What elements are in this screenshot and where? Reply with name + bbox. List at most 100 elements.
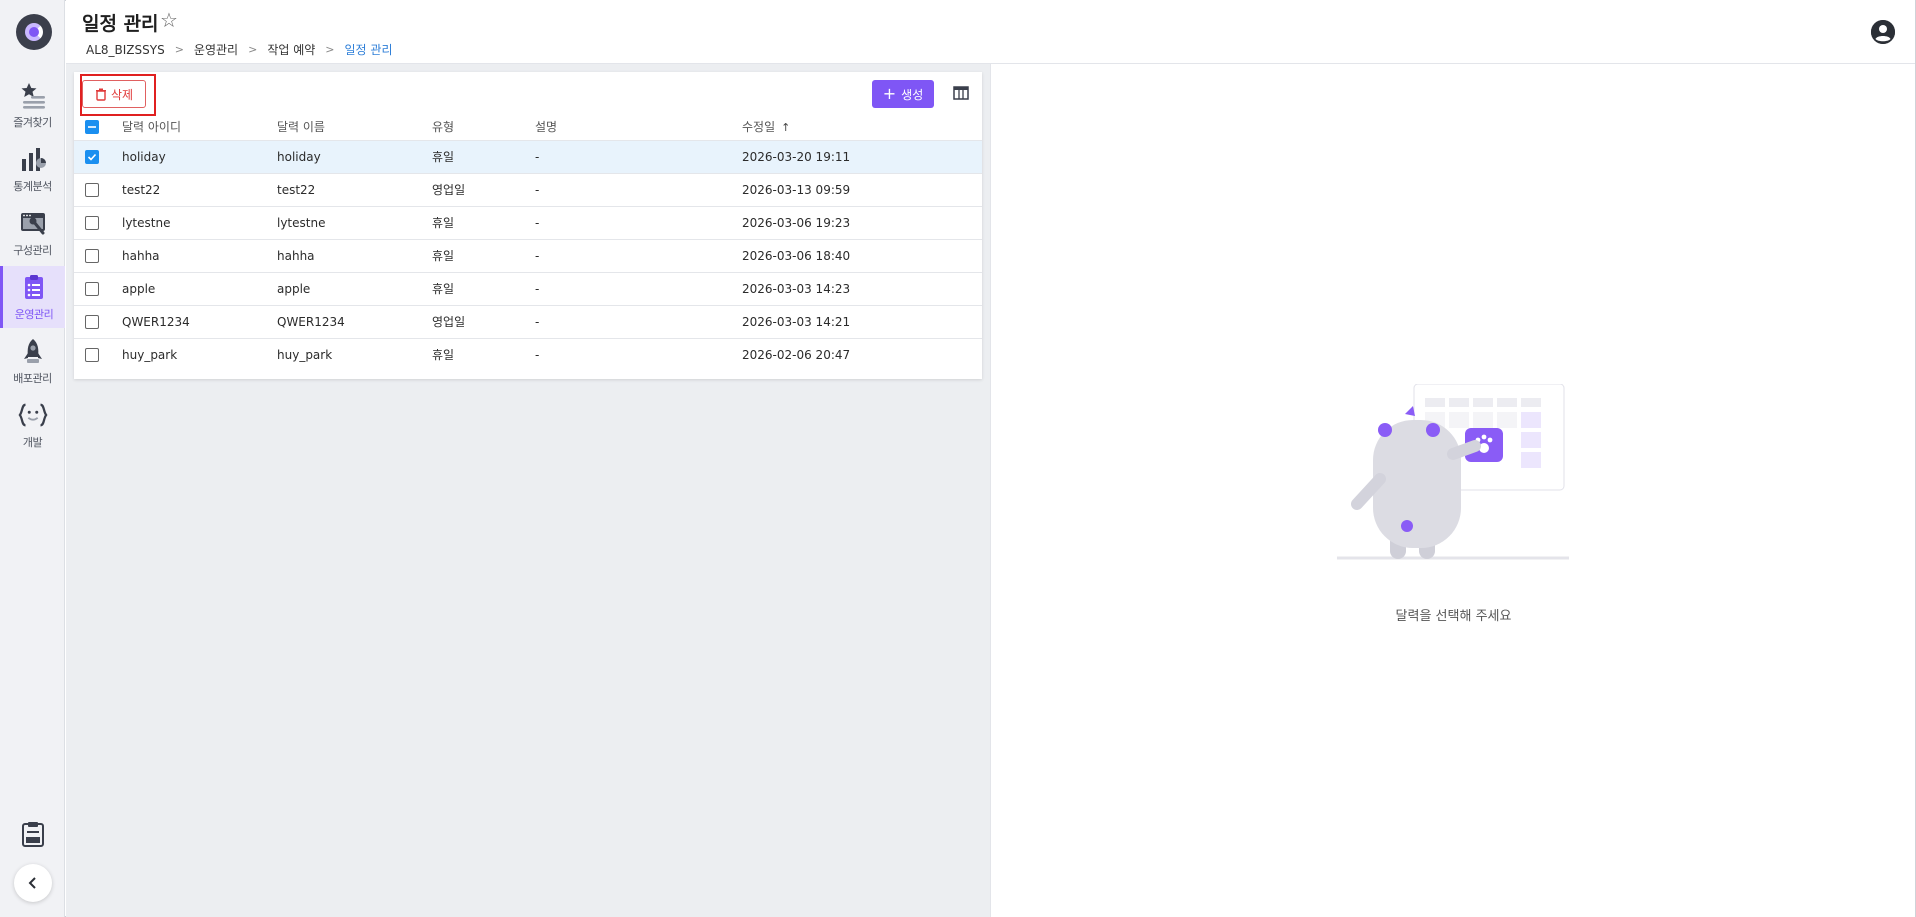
row-checkbox[interactable] bbox=[85, 149, 99, 164]
column-header-id[interactable]: 달력 아이디 bbox=[122, 114, 277, 140]
row-checkbox-cell bbox=[74, 271, 122, 305]
cell-calendar-id: huy_park bbox=[122, 337, 277, 371]
row-checkbox[interactable] bbox=[85, 248, 99, 263]
cell-modified: 2026-03-03 14:23 bbox=[742, 271, 982, 305]
chevron-right-icon: > bbox=[248, 43, 258, 56]
rocket-icon bbox=[18, 336, 48, 366]
cell-calendar-name: lytestne bbox=[277, 205, 432, 239]
delete-button[interactable]: 삭제 bbox=[82, 80, 146, 108]
table-columns-icon[interactable] bbox=[952, 84, 970, 102]
table-row[interactable]: QWER1234 QWER1234 영업일 -2026-03-03 14:21 bbox=[74, 304, 982, 338]
row-checkbox[interactable] bbox=[85, 281, 99, 296]
breadcrumb-item[interactable]: AL8_BIZSSYS bbox=[86, 43, 165, 57]
table-header-row: 달력 아이디 달력 이름 유형 설명 수정일 ↑ bbox=[74, 114, 982, 140]
sidebar-item-deployment[interactable]: 배포관리 bbox=[0, 330, 65, 392]
cell-type: 영업일 bbox=[432, 172, 535, 206]
table-row[interactable]: huy_park huy_park 휴일 -2026-02-06 20:47 bbox=[74, 337, 982, 371]
page-header: 일정 관리 ☆ AL8_BIZSSYS > 운영관리 > 작업 예약 > 일정 … bbox=[66, 0, 1915, 64]
column-header-modified[interactable]: 수정일 ↑ bbox=[742, 114, 982, 140]
cell-type: 휴일 bbox=[432, 205, 535, 239]
star-list-icon bbox=[18, 80, 48, 110]
cell-calendar-name: QWER1234 bbox=[277, 304, 432, 338]
chevron-left-icon bbox=[28, 877, 36, 889]
cell-modified: 2026-03-13 09:59 bbox=[742, 172, 982, 206]
row-checkbox[interactable] bbox=[85, 314, 99, 329]
row-checkbox-cell bbox=[74, 238, 122, 272]
cell-modified: 2026-03-20 19:11 bbox=[742, 139, 982, 173]
user-account-icon[interactable] bbox=[1871, 20, 1895, 44]
sidebar-item-configuration[interactable]: 구성관리 bbox=[0, 202, 65, 264]
select-all-checkbox[interactable] bbox=[85, 120, 99, 134]
sidebar-item-statistics[interactable]: 통계분석 bbox=[0, 138, 65, 200]
cell-type: 휴일 bbox=[432, 337, 535, 371]
collapse-sidebar-button[interactable] bbox=[14, 864, 52, 902]
cell-calendar-name: huy_park bbox=[277, 337, 432, 371]
row-checkbox-cell bbox=[74, 337, 122, 371]
cell-type: 휴일 bbox=[432, 238, 535, 272]
sidebar-item-label: 즐겨찾기 bbox=[13, 116, 52, 129]
row-checkbox[interactable] bbox=[85, 348, 99, 362]
table-row[interactable]: hahha hahha 휴일 -2026-03-06 18:40 bbox=[74, 238, 982, 272]
column-header-type[interactable]: 유형 bbox=[432, 114, 535, 140]
calendar-list-panel: 삭제 + 생성 달력 아이디 달력 이름 유형 설명 수정일 ↑ holiday… bbox=[66, 64, 990, 917]
sidebar-item-label: 통계분석 bbox=[13, 180, 52, 193]
calendar-detail-panel: 달력을 선택해 주세요 bbox=[990, 64, 1915, 917]
column-header-description[interactable]: 설명 bbox=[535, 114, 742, 140]
select-all-cell bbox=[74, 114, 122, 140]
row-checkbox[interactable] bbox=[85, 215, 99, 230]
sidebar-item-label: 개발 bbox=[22, 436, 43, 449]
sidebar-item-favorites[interactable]: 즐겨찾기 bbox=[0, 74, 65, 136]
row-checkbox-cell bbox=[74, 304, 122, 338]
row-checkbox-cell bbox=[74, 139, 122, 173]
row-checkbox[interactable] bbox=[85, 182, 99, 197]
log-icon[interactable] bbox=[20, 820, 46, 848]
cell-type: 휴일 bbox=[432, 271, 535, 305]
chevron-right-icon: > bbox=[325, 43, 335, 56]
settings-wrench-icon bbox=[18, 208, 48, 238]
row-checkbox-cell bbox=[74, 205, 122, 239]
cell-calendar-id: test22 bbox=[122, 172, 277, 206]
cell-modified: 2026-02-06 20:47 bbox=[742, 337, 982, 371]
page-title: 일정 관리 bbox=[82, 13, 159, 35]
cell-type: 휴일 bbox=[432, 139, 535, 173]
cell-calendar-name: test22 bbox=[277, 172, 432, 206]
chevron-right-icon: > bbox=[174, 43, 184, 56]
empty-state-illustration bbox=[1337, 384, 1569, 560]
table-row[interactable]: lytestne lytestne 휴일 -2026-03-06 19:23 bbox=[74, 205, 982, 239]
breadcrumb-item[interactable]: 작업 예약 bbox=[267, 41, 315, 58]
logo-mark bbox=[25, 23, 43, 41]
cell-description: - bbox=[535, 271, 742, 305]
create-button[interactable]: + 생성 bbox=[872, 80, 934, 108]
empty-state-message: 달력을 선택해 주세요 bbox=[1395, 609, 1512, 624]
breadcrumb: AL8_BIZSSYS > 운영관리 > 작업 예약 > 일정 관리 bbox=[86, 41, 393, 58]
delete-button-label: 삭제 bbox=[110, 87, 134, 102]
table-row[interactable]: apple apple 휴일 -2026-03-03 14:23 bbox=[74, 271, 982, 305]
breadcrumb-item[interactable]: 운영관리 bbox=[194, 41, 238, 58]
calendar-table-card: 삭제 + 생성 달력 아이디 달력 이름 유형 설명 수정일 ↑ holiday… bbox=[74, 72, 982, 379]
cell-description: - bbox=[535, 172, 742, 206]
sidebar-item-operations[interactable]: 운영관리 bbox=[0, 266, 65, 328]
cell-calendar-name: hahha bbox=[277, 238, 432, 272]
sidebar: 즐겨찾기 통계분석 구성관리 운영관리 배포관리 개발 bbox=[0, 0, 65, 917]
cell-modified: 2026-03-03 14:21 bbox=[742, 304, 982, 338]
row-checkbox-cell bbox=[74, 172, 122, 206]
cell-description: - bbox=[535, 238, 742, 272]
plus-icon: + bbox=[882, 84, 897, 103]
sidebar-item-development[interactable]: 개발 bbox=[0, 394, 65, 456]
cell-modified: 2026-03-06 18:40 bbox=[742, 238, 982, 272]
sidebar-item-label: 구성관리 bbox=[13, 244, 52, 257]
cell-calendar-id: lytestne bbox=[122, 205, 277, 239]
breadcrumb-current: 일정 관리 bbox=[344, 43, 393, 57]
app-logo[interactable] bbox=[16, 14, 52, 50]
create-button-label: 생성 bbox=[901, 87, 924, 102]
sort-ascending-icon: ↑ bbox=[781, 121, 791, 135]
cell-calendar-name: holiday bbox=[277, 139, 432, 173]
table-row[interactable]: holiday holiday 휴일 -2026-03-20 19:11 bbox=[74, 139, 982, 173]
trash-icon bbox=[95, 88, 106, 101]
column-header-name[interactable]: 달력 이름 bbox=[277, 114, 432, 140]
cell-modified: 2026-03-06 19:23 bbox=[742, 205, 982, 239]
calendar-table: 달력 아이디 달력 이름 유형 설명 수정일 ↑ holiday holiday 휴일… bbox=[74, 114, 982, 371]
favorite-star-icon[interactable]: ☆ bbox=[160, 8, 178, 32]
column-header-modified-label: 수정일 bbox=[742, 120, 776, 135]
table-row[interactable]: test22 test22 영업일 -2026-03-13 09:59 bbox=[74, 172, 982, 206]
